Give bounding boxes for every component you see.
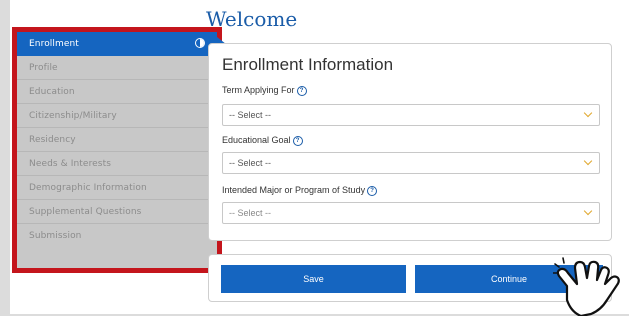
chevron-down-icon (583, 156, 593, 166)
save-button[interactable]: Save (221, 265, 406, 293)
sidebar-item-label: Education (29, 87, 75, 97)
sidebar-item-education[interactable]: Education (17, 80, 217, 104)
major-select-value: -- Select -- (229, 208, 272, 218)
help-icon[interactable]: ? (367, 186, 378, 196)
page-title: Welcome (206, 7, 298, 31)
chevron-down-icon (583, 108, 593, 118)
sidebar-item-label: Enrollment (29, 39, 79, 49)
term-label-text: Term Applying For (222, 85, 295, 95)
major-label-text: Intended Major or Program of Study (222, 185, 366, 195)
sidebar-item-label: Submission (29, 231, 82, 241)
sidebar-item-demographic[interactable]: Demographic Information (17, 176, 217, 200)
sidebar-item-profile[interactable]: Profile (17, 56, 217, 80)
major-label: Intended Major or Program of Study? (222, 185, 378, 196)
sidebar-item-label: Profile (29, 63, 58, 73)
sidebar-item-label: Demographic Information (29, 183, 147, 193)
sidebar-item-citizenship[interactable]: Citizenship/Military (17, 104, 217, 128)
sidebar-nav: Enrollment Profile Education Citizenship… (12, 27, 226, 273)
goal-select[interactable]: -- Select -- (222, 152, 600, 174)
sidebar-item-label: Citizenship/Military (29, 111, 117, 121)
sidebar-item-label: Needs & Interests (29, 159, 112, 169)
half-circle-progress-icon (195, 38, 205, 48)
term-select[interactable]: -- Select -- (222, 104, 600, 126)
sidebar-item-label: Supplemental Questions (29, 207, 142, 217)
form-title: Enrollment Information (222, 55, 394, 74)
help-icon[interactable]: ? (296, 86, 307, 96)
actions-card: Save Continue (208, 254, 612, 302)
help-icon[interactable]: ? (292, 136, 303, 146)
sidebar-item-label: Residency (29, 135, 76, 145)
sidebar-item-supplemental[interactable]: Supplemental Questions (17, 200, 217, 224)
goal-label: Educational Goal? (222, 135, 303, 146)
pointing-hand-icon (553, 257, 620, 316)
sidebar-item-residency[interactable]: Residency (17, 128, 217, 152)
sidebar-item-needs-interests[interactable]: Needs & Interests (17, 152, 217, 176)
term-select-value: -- Select -- (229, 110, 272, 120)
sidebar-item-enrollment[interactable]: Enrollment (17, 32, 226, 56)
sidebar-item-submission[interactable]: Submission (17, 224, 217, 248)
goal-select-value: -- Select -- (229, 158, 272, 168)
major-select[interactable]: -- Select -- (222, 202, 600, 224)
chevron-down-icon (583, 206, 593, 216)
enrollment-form-card: Enrollment Information Term Applying For… (208, 43, 612, 241)
term-label: Term Applying For? (222, 85, 307, 96)
goal-label-text: Educational Goal (222, 135, 291, 145)
